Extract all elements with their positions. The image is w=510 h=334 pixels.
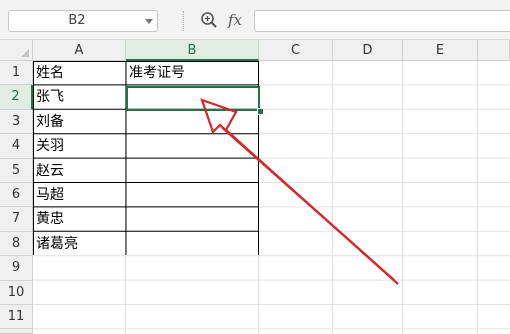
cell-a3[interactable]: 刘备 <box>33 110 126 134</box>
cell-a1[interactable]: 姓名 <box>33 61 126 85</box>
cell-b1[interactable]: 准考证号 <box>126 61 259 85</box>
fill-handle[interactable] <box>257 108 264 115</box>
spreadsheet-app: B2 fx ABCDE 123456789101112 姓名准考证号张飞刘备关羽… <box>0 0 510 334</box>
cell-a2[interactable]: 张飞 <box>33 85 126 109</box>
cell-a5[interactable]: 赵云 <box>33 159 126 183</box>
cell-a8[interactable]: 诸葛亮 <box>33 232 126 256</box>
cell-a4[interactable]: 关羽 <box>33 134 126 158</box>
cell-a7[interactable]: 黄忠 <box>33 207 126 231</box>
cell-a6[interactable]: 马超 <box>33 183 126 207</box>
